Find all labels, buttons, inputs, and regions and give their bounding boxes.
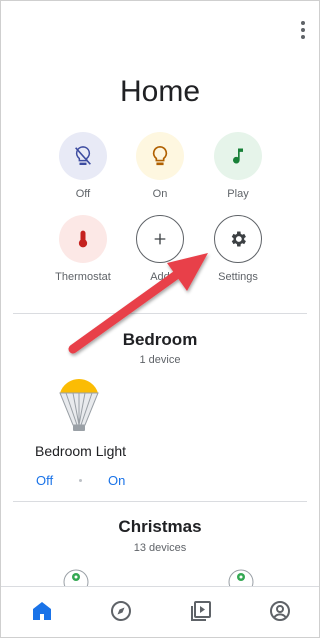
plus-icon xyxy=(136,215,184,263)
play-action[interactable]: Play xyxy=(202,132,274,200)
music-note-icon xyxy=(214,132,262,180)
thermostat-action[interactable]: Thermostat xyxy=(47,215,119,283)
home-icon[interactable] xyxy=(30,599,54,623)
settings-action-label: Settings xyxy=(218,271,258,283)
account-icon[interactable] xyxy=(268,599,292,623)
settings-action[interactable]: Settings xyxy=(202,215,274,283)
room-title-christmas[interactable]: Christmas xyxy=(1,517,319,537)
on-action[interactable]: On xyxy=(124,132,196,200)
off-action[interactable]: Off xyxy=(47,132,119,200)
device-off-button[interactable]: Off xyxy=(36,473,53,488)
on-action-label: On xyxy=(152,188,168,200)
lightbulb-icon xyxy=(136,132,184,180)
phone-screen: Home Off On Play Thermostat Add Settings… xyxy=(0,0,320,638)
device-name[interactable]: Bedroom Light xyxy=(35,443,126,459)
gear-icon xyxy=(214,215,262,263)
thermostat-action-label: Thermostat xyxy=(55,271,111,283)
add-action[interactable]: Add xyxy=(124,215,196,283)
light-off-icon xyxy=(59,132,107,180)
device-on-button[interactable]: On xyxy=(108,473,125,488)
bottom-navigation xyxy=(1,586,319,637)
lightbulb-device-icon[interactable] xyxy=(57,377,101,433)
compass-icon[interactable] xyxy=(109,599,133,623)
play-action-label: Play xyxy=(227,188,249,200)
off-action-label: Off xyxy=(75,188,91,200)
device-icon[interactable] xyxy=(63,569,89,587)
room-subtitle-bedroom: 1 device xyxy=(139,354,181,366)
room-title-bedroom[interactable]: Bedroom xyxy=(1,330,319,350)
thermometer-icon xyxy=(59,215,107,263)
room-subtitle-christmas: 13 devices xyxy=(133,542,187,554)
page-title: Home xyxy=(119,75,201,108)
media-icon[interactable] xyxy=(189,599,213,623)
add-action-label: Add xyxy=(150,271,170,283)
divider xyxy=(13,313,307,314)
more-options-icon[interactable] xyxy=(300,21,306,39)
separator-dot xyxy=(79,479,82,482)
divider xyxy=(13,501,307,502)
device-icon[interactable] xyxy=(228,569,254,587)
